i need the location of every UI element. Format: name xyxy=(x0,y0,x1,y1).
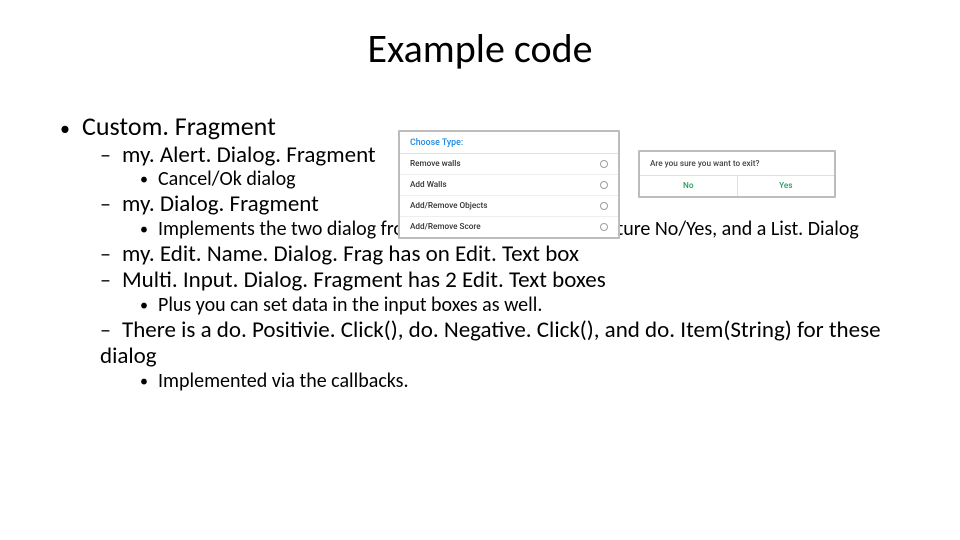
mock-list-label: Add Walls xyxy=(410,180,447,190)
radio-icon xyxy=(600,223,608,231)
bullet-text: Plus you can set data in the input boxes… xyxy=(158,293,542,317)
mock-list-header: Choose Type: xyxy=(400,132,618,154)
dash-icon xyxy=(100,144,122,168)
radio-icon xyxy=(600,160,608,168)
mock-confirm-message: Are you sure you want to exit? xyxy=(640,152,834,175)
bullet-lv2: Multi. Input. Dialog. Fragment has 2 Edi… xyxy=(100,267,900,293)
bullet-text: my. Dialog. Fragment xyxy=(122,190,319,218)
radio-icon xyxy=(600,181,608,189)
bullet-lv3: Plus you can set data in the input boxes… xyxy=(140,294,900,317)
bullet-text: Cancel/Ok dialog xyxy=(158,167,296,191)
dash-icon xyxy=(100,193,122,217)
bullet-lv2: my. Edit. Name. Dialog. Frag has on Edit… xyxy=(100,241,900,267)
mock-list-dialog: Choose Type: Remove walls Add Walls Add/… xyxy=(398,130,620,239)
mock-list-row: Remove walls xyxy=(400,154,618,175)
mock-yes-button: Yes xyxy=(737,176,835,196)
mock-list-row: Add/Remove Score xyxy=(400,217,618,237)
mock-list-label: Add/Remove Objects xyxy=(410,201,487,211)
mock-confirm-buttons: No Yes xyxy=(640,175,834,196)
dash-icon xyxy=(100,319,122,343)
slide-title: Example code xyxy=(0,24,960,73)
dash-icon xyxy=(100,269,122,293)
bullet-icon xyxy=(140,369,158,393)
bullet-icon xyxy=(140,217,158,241)
radio-icon xyxy=(600,202,608,210)
slide: Example code Custom. Fragment my. Alert.… xyxy=(0,0,960,540)
bullet-text: Multi. Input. Dialog. Fragment has 2 Edi… xyxy=(122,266,606,294)
mock-no-button: No xyxy=(640,176,737,196)
mock-list-label: Remove walls xyxy=(410,159,461,169)
mock-confirm-dialog: Are you sure you want to exit? No Yes xyxy=(638,150,836,198)
dash-icon xyxy=(100,243,122,267)
bullet-text: my. Edit. Name. Dialog. Frag has on Edit… xyxy=(122,240,579,268)
bullet-icon xyxy=(140,167,158,191)
bullet-text: There is a do. Positivie. Click(), do. N… xyxy=(100,316,881,370)
bullet-lv3: Implemented via the callbacks. xyxy=(140,370,900,393)
bullet-text: Custom. Fragment xyxy=(82,110,276,142)
bullet-text: Implemented via the callbacks. xyxy=(158,369,409,393)
mock-screenshots: Choose Type: Remove walls Add Walls Add/… xyxy=(398,130,836,239)
bullet-lv2: There is a do. Positivie. Click(), do. N… xyxy=(100,317,900,370)
bullet-icon xyxy=(60,117,82,141)
mock-list-row: Add/Remove Objects xyxy=(400,196,618,217)
mock-list-row: Add Walls xyxy=(400,175,618,196)
mock-list-label: Add/Remove Score xyxy=(410,222,481,232)
bullet-text: my. Alert. Dialog. Fragment xyxy=(122,141,376,169)
bullet-icon xyxy=(140,293,158,317)
